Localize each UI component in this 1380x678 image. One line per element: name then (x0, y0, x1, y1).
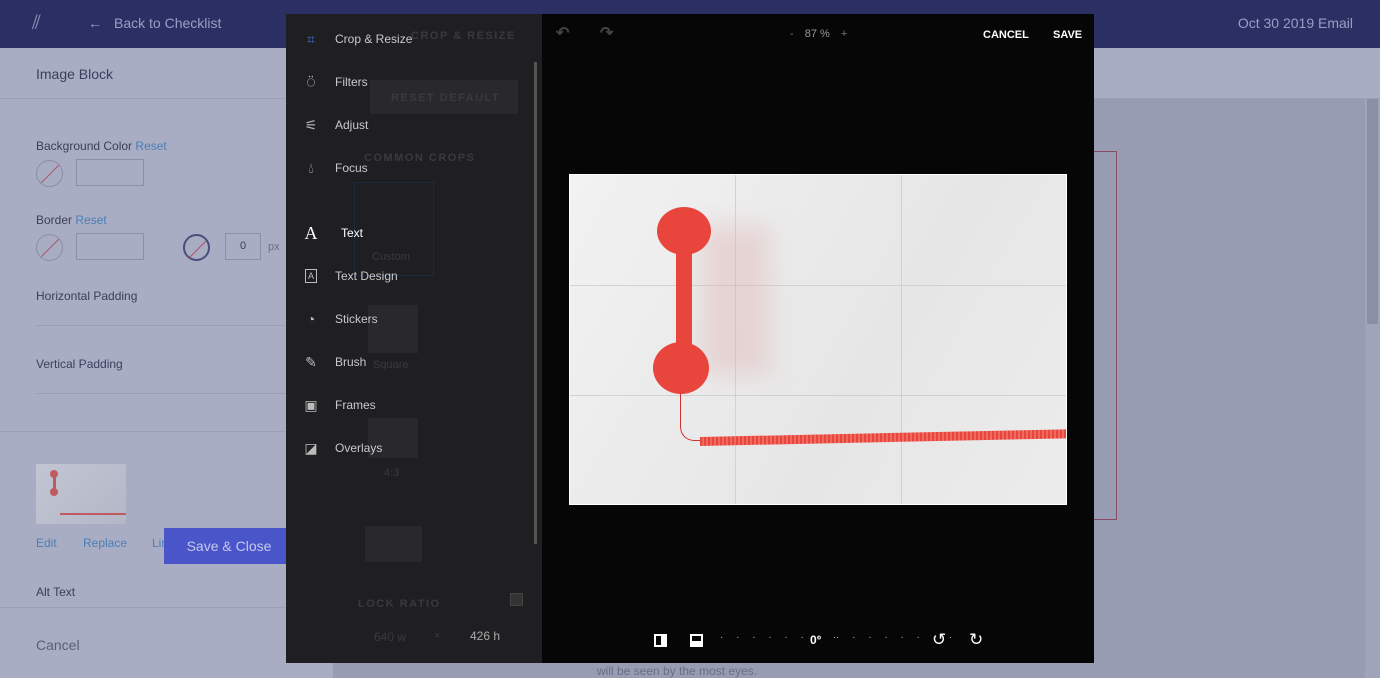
save-and-close-button[interactable]: Save & Close (164, 528, 294, 564)
zoom-out-button[interactable]: - (790, 28, 794, 40)
tool-filters[interactable]: ⍥ Filters (302, 70, 368, 94)
back-to-checklist-link[interactable]: ← Back to Checklist (88, 15, 221, 31)
crop-icon: ⌗ (307, 30, 315, 47)
tool-brush[interactable]: ✎ Brush (302, 350, 366, 374)
frame-icon: ▣ (304, 396, 318, 413)
tool-stickers[interactable]: ◔ Stickers (302, 307, 378, 331)
border-label: Border Reset (36, 213, 107, 227)
page-scrollbar[interactable] (1365, 99, 1380, 678)
image-thumbnail (36, 464, 126, 524)
scrollbar-thumb[interactable] (1367, 99, 1378, 324)
logo-icon: ⫽ (32, 12, 41, 34)
zoom-control: - 87 % + (790, 28, 847, 40)
phone-mouthpiece (653, 342, 709, 394)
crop-4-3-label: 4:3 (384, 467, 400, 479)
drop-icon: 💧︎ (308, 159, 314, 176)
rotation-toolbar: · · · · · · · · 0° · · · · · · · · ↺ ↻ (542, 630, 1094, 654)
tool-adjust[interactable]: ⚟ Adjust (302, 113, 369, 137)
tool-overlays[interactable]: ◪ Overlays (302, 436, 382, 460)
tool-text[interactable]: A Text (302, 221, 364, 245)
sliders-icon: ⚟ (304, 116, 318, 133)
editor-cancel-button[interactable]: CANCEL (983, 29, 1029, 41)
email-body-text: will be seen by the most eyes. (597, 664, 758, 678)
phone-earpiece (657, 207, 711, 255)
divider (0, 431, 333, 432)
reset-default-button[interactable]: RESET DEFAULT (370, 80, 518, 114)
grid-line (901, 175, 902, 504)
rotate-right-icon[interactable]: ↻ (969, 630, 983, 650)
border-width-input[interactable]: 0 (225, 233, 261, 260)
rotation-slider-left[interactable]: · · · · · · · · (720, 632, 841, 643)
tools-sidebar: CROP & RESIZE RESET DEFAULT COMMON CROPS… (286, 14, 542, 663)
rotation-value: 0° (810, 633, 822, 647)
editor-canvas: ↶ ↷ - 87 % + CANCEL SAVE · · · · · · · ·… (542, 14, 1094, 663)
lock-ratio-label: LOCK RATIO (358, 598, 441, 610)
grid-line (570, 285, 1066, 286)
tool-frames[interactable]: ▣ Frames (302, 393, 375, 417)
edited-image[interactable] (569, 174, 1067, 505)
common-crops-heading: COMMON CROPS (364, 152, 476, 164)
vertical-padding-label: Vertical Padding (36, 357, 123, 371)
tool-focus[interactable]: 💧︎ Focus (302, 156, 368, 180)
height-input[interactable]: 426 h (470, 629, 500, 643)
grid-line (570, 395, 1066, 396)
flask-icon: ⍥ (306, 73, 316, 90)
border-style-icon[interactable] (183, 234, 210, 261)
rotate-left-icon[interactable]: ↺ (932, 630, 946, 650)
image-editor-modal: CROP & RESIZE RESET DEFAULT COMMON CROPS… (286, 14, 1094, 663)
flip-horizontal-icon[interactable] (654, 634, 667, 647)
alt-text-label: Alt Text (36, 585, 76, 599)
tool-text-design[interactable]: A Text Design (302, 264, 398, 288)
document-title: Oct 30 2019 Email (1237, 15, 1353, 31)
background-color-reset[interactable]: Reset (135, 139, 166, 153)
flip-vertical-icon[interactable] (690, 634, 703, 647)
background-color-input[interactable] (76, 159, 144, 186)
no-color-swatch[interactable] (36, 160, 63, 187)
width-input[interactable]: 640 w (374, 630, 406, 644)
crop-heading: CROP & RESIZE (411, 30, 516, 42)
replace-image-link[interactable]: Replace (83, 536, 127, 550)
background-color-label: Background Color Reset (36, 139, 167, 153)
divider (0, 607, 333, 608)
tool-crop-resize[interactable]: ⌗ Crop & Resize (302, 27, 412, 51)
brush-icon: ✎ (305, 353, 317, 370)
bookmark-a-icon: A (302, 267, 320, 285)
overlay-icon: ◪ (304, 439, 318, 456)
cancel-button[interactable]: Cancel (36, 637, 80, 653)
border-color-swatch[interactable] (36, 234, 63, 261)
back-label: Back to Checklist (114, 15, 222, 31)
zoom-value: 87 % (804, 28, 830, 40)
horizontal-padding-label: Horizontal Padding (36, 289, 138, 303)
sticker-icon: ◔ (306, 311, 316, 327)
phone-cord (699, 429, 1066, 446)
arrow-left-icon: ← (88, 15, 102, 31)
crop-option[interactable] (365, 526, 422, 562)
px-unit: px (268, 241, 280, 253)
border-reset[interactable]: Reset (75, 213, 106, 227)
settings-panel: Background Color Reset Border Reset 0 px… (0, 99, 333, 678)
crop-custom[interactable]: Custom (354, 182, 434, 276)
undo-icon[interactable]: ↶ (556, 23, 569, 43)
edit-image-link[interactable]: Edit (36, 536, 57, 550)
lock-ratio-checkbox[interactable] (510, 593, 523, 606)
redo-icon[interactable]: ↷ (600, 23, 613, 43)
times-sign: × (434, 630, 442, 642)
editor-save-button[interactable]: SAVE (1053, 29, 1082, 41)
crop-square-label: Square (373, 359, 409, 371)
panel-title: Image Block (36, 66, 114, 82)
text-icon: A (304, 222, 318, 243)
border-color-input[interactable] (76, 233, 144, 260)
zoom-in-button[interactable]: + (841, 28, 847, 40)
tools-scrollbar[interactable] (534, 62, 537, 544)
